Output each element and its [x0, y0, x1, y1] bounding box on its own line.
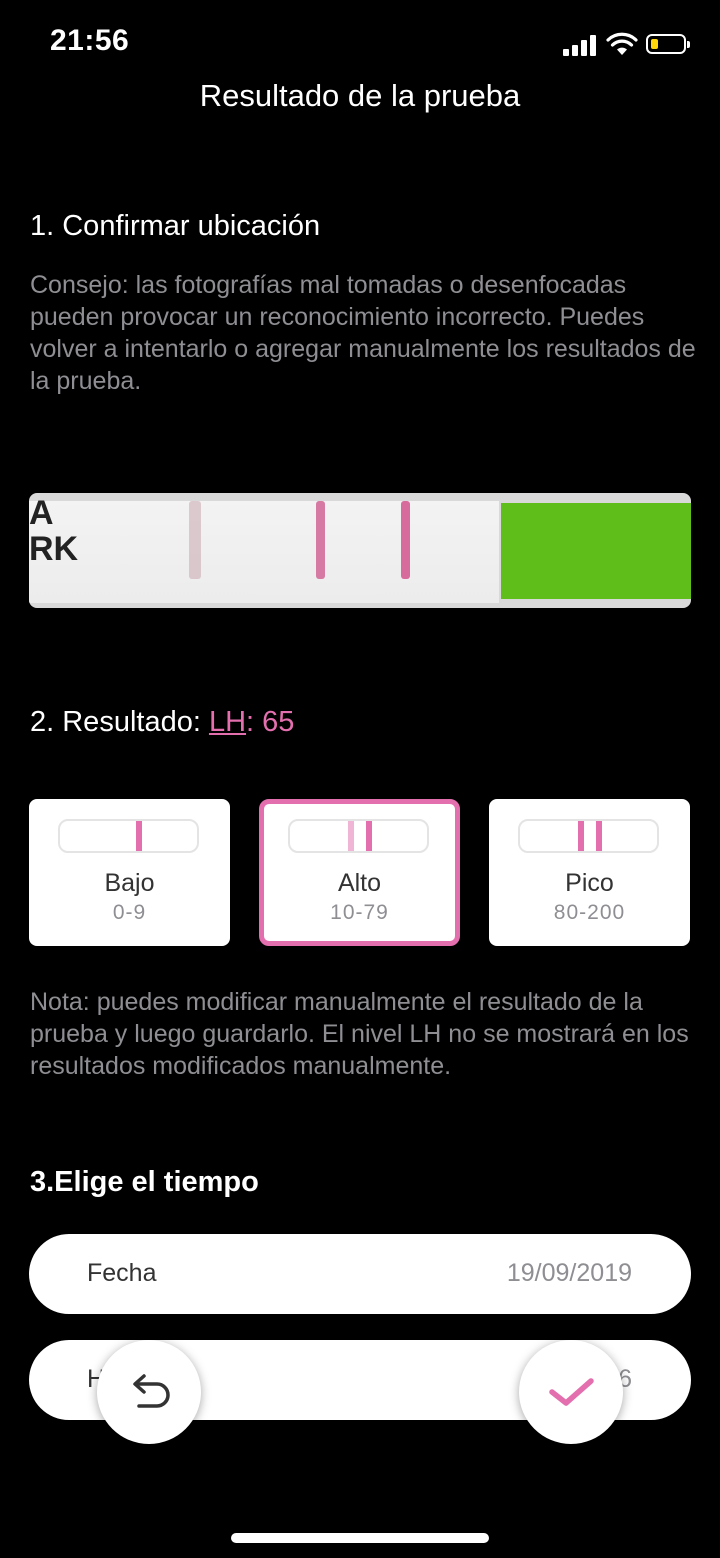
date-row[interactable]: Fecha 19/09/2019: [29, 1234, 691, 1314]
section-confirm-location-heading: 1. Confirmar ubicación: [30, 210, 321, 242]
result-line: 2. Resultado: LH: 65: [30, 706, 294, 739]
lh-value: 65: [262, 706, 295, 738]
level-card-bajo[interactable]: Bajo 0-9: [29, 799, 230, 946]
checkmark-icon: [549, 1378, 594, 1406]
status-bar: 21:56: [0, 0, 720, 90]
undo-arrow-icon: [133, 1374, 170, 1408]
level-label: Alto: [337, 869, 382, 897]
signal-icon: [563, 34, 597, 56]
home-indicator[interactable]: [231, 1533, 489, 1543]
strip-icon-peak: [518, 819, 659, 853]
strip-handle: [501, 503, 691, 599]
note-text: Nota: puedes modificar manualmente el re…: [30, 988, 689, 1080]
level-card-pico[interactable]: Pico 80-200: [489, 799, 690, 946]
level-range: 0-9: [112, 901, 147, 924]
strip-line-control: [401, 501, 410, 579]
result-label: 2. Resultado:: [30, 706, 209, 738]
level-label: Pico: [565, 869, 614, 897]
status-time: 21:56: [50, 24, 130, 57]
strip-line-faint: [189, 501, 201, 579]
level-range: 10-79: [330, 901, 389, 924]
back-button[interactable]: [97, 1340, 201, 1444]
page-title: Resultado de la prueba: [199, 78, 521, 113]
test-strip-photo[interactable]: A RK: [29, 493, 691, 608]
strip-icon-low: [58, 819, 199, 853]
strip-print-line-2: RK: [29, 530, 79, 568]
date-label: Fecha: [87, 1259, 157, 1287]
level-label: Bajo: [104, 869, 155, 897]
strip-icon-high: [288, 819, 429, 853]
date-value: 19/09/2019: [506, 1259, 632, 1287]
lh-link[interactable]: LH: [209, 706, 246, 738]
strip-line-test: [316, 501, 325, 579]
battery-icon: [646, 34, 690, 54]
result-colon: :: [246, 706, 263, 738]
strip-print: A RK: [29, 495, 78, 567]
level-card-alto[interactable]: Alto 10-79: [259, 799, 460, 946]
strip-print-line-1: A: [29, 494, 54, 532]
wifi-icon: [606, 32, 638, 55]
confirm-button[interactable]: [519, 1340, 623, 1444]
level-range: 80-200: [553, 901, 626, 924]
strip-body: [29, 501, 499, 603]
section-time-heading: 3.Elige el tiempo: [30, 1166, 259, 1198]
tip-text: Consejo: las fotografías mal tomadas o d…: [30, 271, 696, 395]
